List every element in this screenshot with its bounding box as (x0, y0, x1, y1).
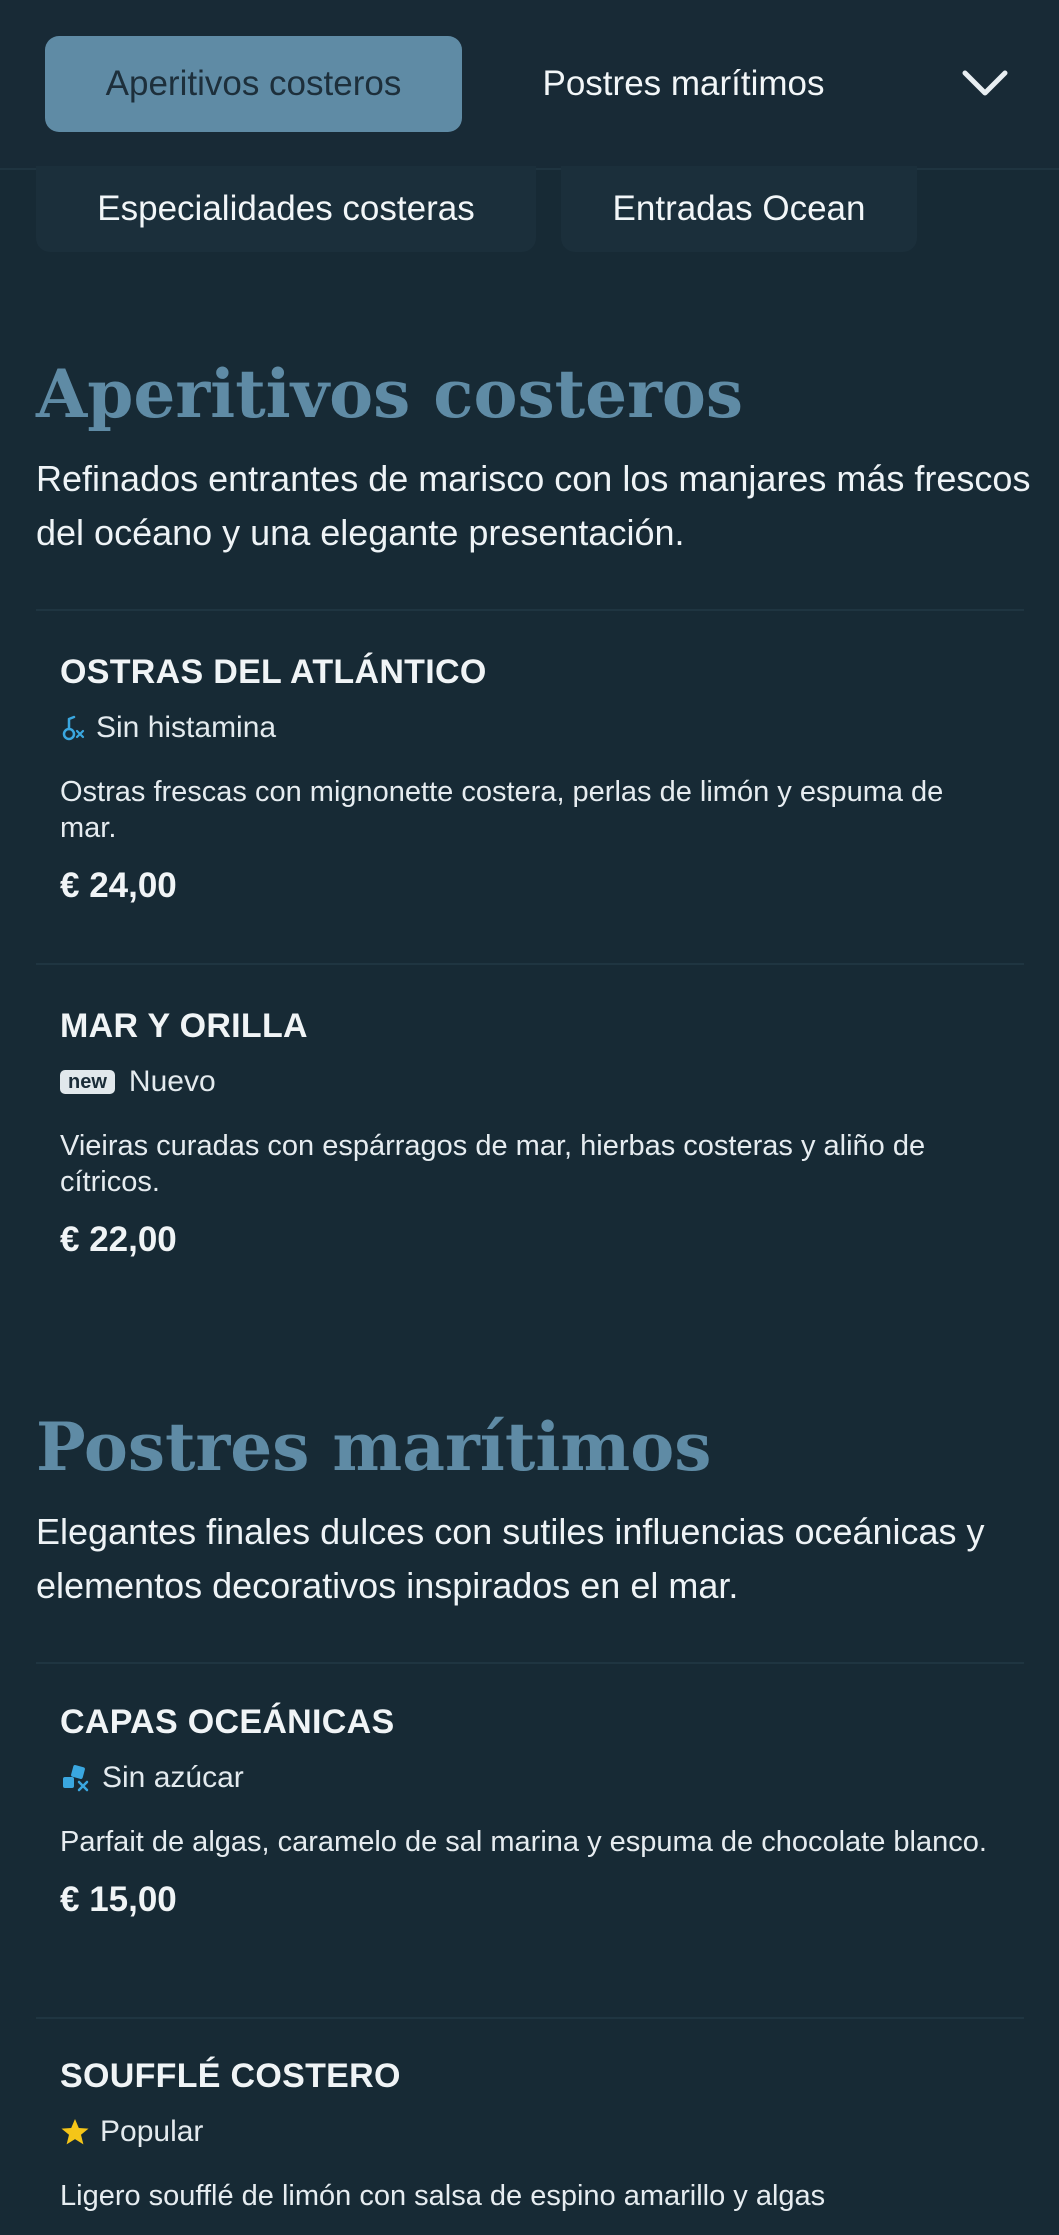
section-title: Aperitivos costeros (36, 355, 744, 433)
tag-label: Sin azúcar (102, 1761, 244, 1794)
item-tag: new Nuevo (60, 1062, 1000, 1102)
tag-label: Sin histamina (96, 711, 277, 744)
tab-postres-maritimos[interactable]: Postres marítimos (500, 36, 867, 132)
tab-label: Entradas Ocean (612, 189, 866, 228)
item-name: MAR Y ORILLA (60, 1007, 308, 1045)
chevron-down-icon[interactable] (950, 52, 1020, 116)
new-badge: new (60, 1070, 115, 1094)
histamine-free-icon (60, 713, 86, 743)
sugar-free-icon (60, 1763, 92, 1793)
section-description: Refinados entrantes de marisco con los m… (36, 458, 1031, 553)
tag-label: Nuevo (128, 1065, 216, 1098)
divider (36, 963, 1024, 965)
tag-label: Popular (100, 2115, 204, 2148)
tab-label: Especialidades costeras (97, 189, 475, 228)
item-name: CAPAS OCEÁNICAS (60, 1703, 395, 1741)
category-nav: Aperitivos costeros Postres marítimos (0, 0, 1059, 170)
item-tag: Sin azúcar (60, 1758, 1000, 1798)
divider (36, 2017, 1024, 2019)
star-icon (60, 2117, 90, 2147)
item-name: OSTRAS DEL ATLÁNTICO (60, 653, 487, 691)
tab-especialidades-costeras[interactable]: Especialidades costeras (36, 166, 536, 252)
menu-item[interactable]: SOUFFLÉ COSTERO Popular Ligero soufflé d… (60, 2054, 1000, 2214)
section-description: Elegantes finales dulces con sutiles inf… (36, 1511, 985, 1606)
item-tag: Popular (60, 2112, 1000, 2152)
item-description: Vieiras curadas con espárragos de mar, h… (60, 1130, 926, 1198)
tab-aperitivos-costeros[interactable]: Aperitivos costeros (45, 36, 462, 132)
menu-item[interactable]: OSTRAS DEL ATLÁNTICO Sin histamina Ostra… (60, 650, 1000, 906)
menu-item[interactable]: CAPAS OCEÁNICAS Sin azúcar Parfait de al… (60, 1700, 1000, 1920)
section-title: Postres marítimos (36, 1408, 712, 1486)
item-tag: Sin histamina (60, 708, 1000, 748)
tab-label: Aperitivos costeros (105, 64, 402, 103)
item-price: € 24,00 (60, 866, 177, 905)
menu-page: Aperitivos costeros Postres marítimos Es… (0, 0, 1059, 2235)
tab-label: Postres marítimos (542, 64, 825, 103)
item-price: € 15,00 (60, 1880, 177, 1919)
divider (36, 609, 1024, 611)
divider (36, 1662, 1024, 1664)
item-description: Ligero soufflé de limón con salsa de esp… (60, 2180, 826, 2212)
item-description: Parfait de algas, caramelo de sal marina… (60, 1826, 987, 1858)
tab-entradas-ocean[interactable]: Entradas Ocean (561, 166, 917, 252)
item-price: € 22,00 (60, 1220, 177, 1259)
item-name: SOUFFLÉ COSTERO (60, 2057, 401, 2095)
item-description: Ostras frescas con mignonette costera, p… (60, 776, 944, 844)
menu-item[interactable]: MAR Y ORILLA new Nuevo Vieiras curadas c… (60, 1004, 1000, 1260)
